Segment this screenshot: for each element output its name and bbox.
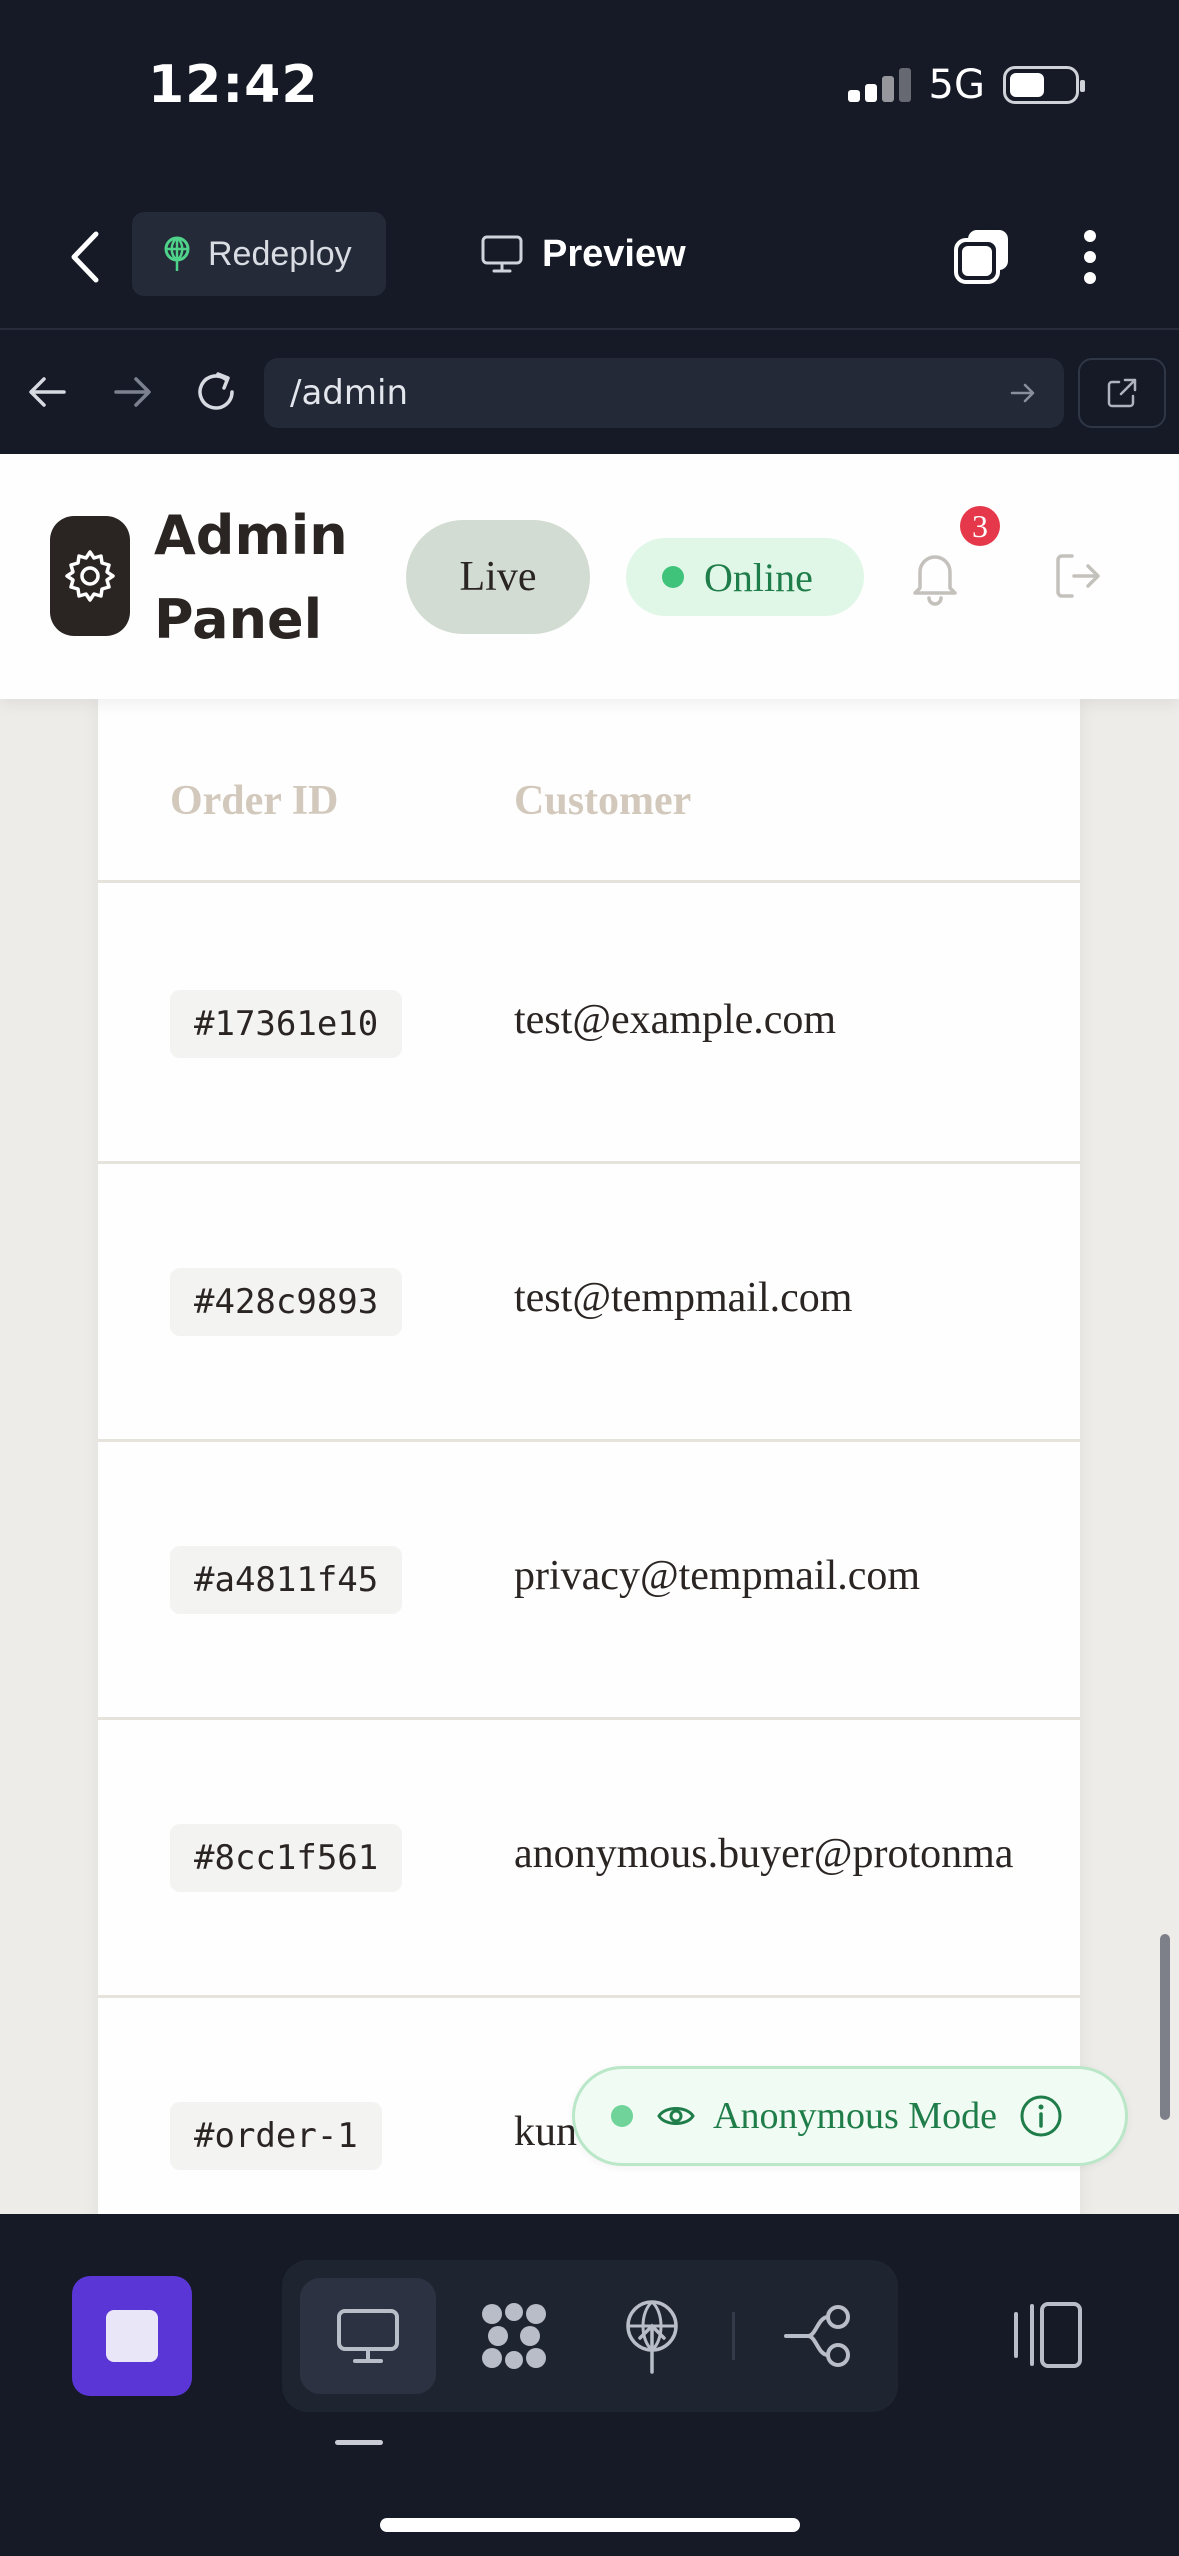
arrow-right-icon[interactable] bbox=[104, 364, 160, 420]
online-status-badge: Online bbox=[626, 538, 864, 616]
page-viewport: Admin Panel Live Online 3 Order ID Custo… bbox=[0, 454, 1179, 2214]
app-toolbar: Redeploy Preview bbox=[0, 180, 1179, 330]
table-row[interactable]: #428c9893 test@tempmail.com bbox=[98, 1164, 1080, 1442]
table-header: Order ID Customer bbox=[98, 699, 1080, 883]
status-indicators: 5G bbox=[847, 62, 1085, 108]
bell-icon[interactable] bbox=[910, 546, 960, 606]
dots-grid-icon bbox=[482, 2303, 546, 2369]
logout-icon[interactable] bbox=[1052, 550, 1104, 602]
arrow-left-icon[interactable] bbox=[20, 364, 76, 420]
eye-icon bbox=[657, 2107, 695, 2125]
orders-table: Order ID Customer #17361e10 test@example… bbox=[98, 699, 1080, 2214]
customer-email: test@tempmail.com bbox=[514, 1275, 853, 1321]
order-id-chip: #order-1 bbox=[170, 2102, 382, 2170]
chevron-left-icon[interactable] bbox=[62, 224, 108, 290]
signal-icon bbox=[847, 68, 911, 102]
redeploy-button[interactable]: Redeploy bbox=[132, 212, 386, 296]
network-type: 5G bbox=[928, 62, 985, 108]
antenna-icon bbox=[164, 236, 190, 271]
customer-email: privacy@tempmail.com bbox=[514, 1553, 921, 1599]
live-toggle[interactable]: Live bbox=[406, 520, 590, 634]
table-row[interactable]: #a4811f45 privacy@tempmail.com bbox=[98, 1442, 1080, 1720]
home-indicator[interactable] bbox=[380, 2518, 800, 2532]
tool-switcher bbox=[282, 2260, 898, 2412]
admin-header: Admin Panel Live Online 3 bbox=[0, 454, 1179, 699]
order-id-chip: #17361e10 bbox=[170, 990, 403, 1058]
branch-icon bbox=[784, 2305, 850, 2367]
brand-line-1: Admin bbox=[154, 504, 348, 567]
online-label: Online bbox=[704, 554, 813, 600]
go-arrow-icon[interactable] bbox=[1008, 378, 1038, 408]
gear-icon bbox=[65, 550, 115, 602]
reload-icon[interactable] bbox=[188, 364, 244, 420]
customer-email: test@example.com bbox=[514, 997, 837, 1043]
notification-count-badge: 3 bbox=[960, 506, 1000, 546]
anonymous-status-dot-icon bbox=[611, 2105, 633, 2127]
tab-git[interactable] bbox=[750, 2278, 886, 2394]
stop-icon bbox=[106, 2310, 158, 2362]
toolbar-divider bbox=[732, 2312, 735, 2360]
url-text: /admin bbox=[290, 373, 408, 413]
page-scrollbar[interactable] bbox=[1160, 1934, 1170, 2120]
browser-url-bar: /admin bbox=[0, 332, 1179, 454]
stop-button[interactable] bbox=[72, 2276, 192, 2396]
tab-deploy[interactable] bbox=[584, 2278, 720, 2394]
customer-email: kun bbox=[514, 2109, 577, 2155]
antenna-icon bbox=[626, 2300, 678, 2374]
info-icon[interactable] bbox=[1019, 2094, 1063, 2138]
url-input[interactable]: /admin bbox=[264, 358, 1064, 428]
column-header-order-id[interactable]: Order ID bbox=[170, 777, 338, 825]
table-row[interactable]: #8cc1f561 anonymous.buyer@protonma bbox=[98, 1720, 1080, 1998]
order-id-chip: #8cc1f561 bbox=[170, 1824, 403, 1892]
tabs-icon[interactable] bbox=[952, 226, 1012, 286]
status-time: 12:42 bbox=[148, 55, 319, 115]
tab-preview[interactable] bbox=[300, 2278, 436, 2394]
anonymous-mode-label: Anonymous Mode bbox=[713, 2095, 997, 2137]
column-header-customer[interactable]: Customer bbox=[514, 777, 691, 825]
app-logo[interactable] bbox=[50, 516, 130, 636]
brand-title: Admin Panel bbox=[154, 494, 374, 662]
preview-label: Preview bbox=[542, 232, 686, 275]
order-id-chip: #a4811f45 bbox=[170, 1546, 403, 1614]
battery-icon bbox=[1003, 66, 1085, 104]
more-vertical-icon[interactable] bbox=[1072, 224, 1108, 290]
online-dot-icon bbox=[662, 566, 684, 588]
tab-workspace[interactable] bbox=[446, 2278, 582, 2394]
monitor-icon bbox=[337, 2309, 399, 2363]
status-bar: 12:42 5G bbox=[0, 0, 1179, 180]
external-link-icon bbox=[1107, 378, 1137, 408]
preview-button[interactable]: Preview bbox=[480, 212, 686, 296]
bottom-app-bar bbox=[0, 2214, 1179, 2556]
monitor-icon bbox=[481, 235, 523, 273]
active-tab-indicator bbox=[335, 2440, 383, 2445]
order-id-chip: #428c9893 bbox=[170, 1268, 403, 1336]
panel-toggle-icon[interactable] bbox=[1006, 2290, 1086, 2380]
open-external-button[interactable] bbox=[1078, 358, 1166, 428]
customer-email: anonymous.buyer@protonma bbox=[514, 1831, 1014, 1877]
brand-line-2: Panel bbox=[154, 588, 323, 651]
redeploy-label: Redeploy bbox=[208, 234, 352, 273]
table-row[interactable]: #17361e10 test@example.com bbox=[98, 886, 1080, 1164]
anonymous-mode-pill[interactable]: Anonymous Mode bbox=[572, 2066, 1128, 2166]
